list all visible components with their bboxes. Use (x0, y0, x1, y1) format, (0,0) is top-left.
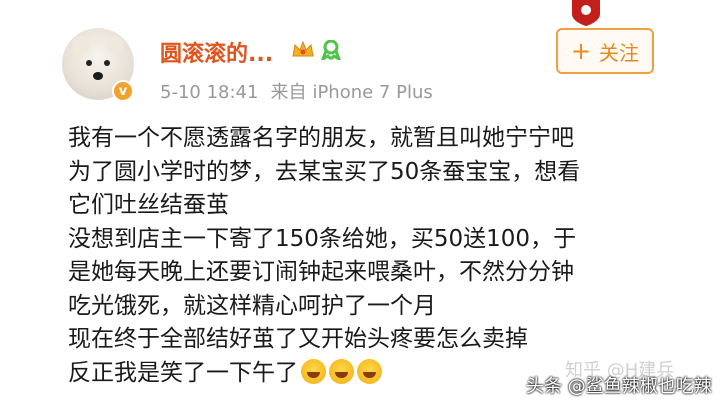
content-line: 现在终于全部结好茧了又开始头疼要怎么卖掉 (68, 326, 528, 352)
heart-badge-icon (572, 0, 600, 26)
content-line: 它们吐丝结蚕茧 (68, 192, 229, 218)
content-line: 为了圆小学时的梦，去某宝买了50条蚕宝宝，想看 (68, 158, 581, 185)
post-date: 5-10 18:41 (160, 82, 259, 103)
content-line: 吃光饿死，就这样精心呵护了一个月 (68, 292, 436, 319)
post-source[interactable]: iPhone 7 Plus (312, 82, 432, 103)
content-line: 没想到店主一下寄了150条给她，买50送100，于 (68, 225, 577, 252)
laughing-crying-emoji-icon (357, 358, 382, 384)
content-line: 是她每天晚上还要订闹钟起来喂桑叶，不然分分钟 (68, 259, 574, 285)
laughing-crying-emoji-icon (329, 358, 354, 384)
laughing-crying-emoji-icon (301, 358, 326, 384)
source-prefix: 来自 (270, 82, 307, 103)
plus-icon: + (570, 37, 592, 65)
follow-button[interactable]: + 关注 (556, 28, 654, 74)
post-meta: 5-10 18:41 来自 iPhone 7 Plus (160, 78, 445, 104)
username[interactable]: 圆滚滚的... (160, 36, 273, 68)
content-line: 我有一个不愿透露名字的朋友，就暂且叫她宁宁吧 (68, 125, 574, 151)
post-content: 我有一个不愿透露名字的朋友，就暂且叫她宁宁吧 为了圆小学时的梦，去某宝买了50条… (68, 122, 708, 390)
ribbon-icon (321, 40, 341, 60)
follow-label: 关注 (599, 40, 640, 65)
crown-icon (292, 40, 314, 57)
toutiao-watermark: 头条 @鲨鱼辣椒也吃辣 (526, 376, 712, 397)
verified-badge-icon: v (112, 80, 134, 102)
content-line: 反正我是笑了一下午了 (68, 359, 298, 386)
